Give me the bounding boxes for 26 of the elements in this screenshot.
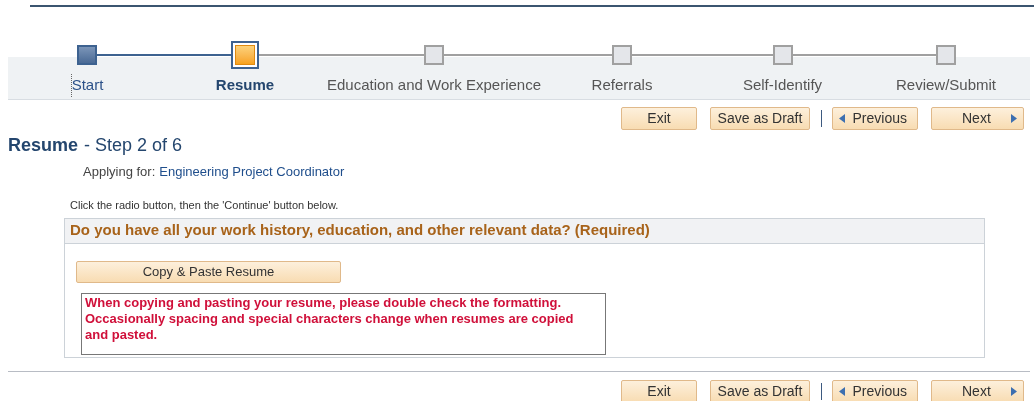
right-arrow-icon bbox=[1011, 113, 1017, 123]
next-button[interactable]: Next bbox=[931, 106, 1024, 130]
right-arrow-icon bbox=[1011, 386, 1017, 396]
exit-button[interactable]: Exit bbox=[621, 106, 697, 130]
step-count: - Step 2 of 6 bbox=[84, 133, 183, 157]
step-label[interactable]: Education and Work Experience bbox=[327, 74, 541, 97]
previous-button[interactable]: Previous bbox=[832, 379, 918, 401]
exit-button[interactable]: Exit bbox=[621, 379, 697, 401]
save-draft-button[interactable]: Save as Draft bbox=[710, 379, 810, 401]
warning-message: When copying and pasting your resume, please double check the formatting. Occasionally spacing and special characters change when resumes are copied and pasted. bbox=[81, 292, 606, 355]
question-header: Do you have all your work history, education, and other relevant data? (Required) bbox=[65, 218, 984, 244]
save-draft-button[interactable]: Save as Draft bbox=[710, 106, 810, 130]
left-arrow-icon bbox=[839, 386, 845, 396]
step-label[interactable]: Self-Identify bbox=[742, 74, 823, 97]
job-title: Engineering Project Coordinator bbox=[159, 162, 345, 181]
instruction-text: Click the radio button, then the 'Continue' button below. bbox=[70, 198, 340, 213]
page-title: Resume bbox=[8, 133, 79, 157]
left-arrow-icon bbox=[839, 113, 845, 123]
step-label[interactable]: Referrals bbox=[591, 74, 653, 97]
step-label[interactable]: Review/Submit bbox=[895, 74, 996, 97]
step-label[interactable]: Start bbox=[70, 74, 104, 97]
applying-label: Applying for: bbox=[83, 162, 156, 181]
step-label[interactable]: Resume bbox=[215, 74, 275, 97]
copy-paste-resume-button[interactable]: Copy & Paste Resume bbox=[76, 260, 341, 283]
previous-button[interactable]: Previous bbox=[832, 106, 918, 130]
next-button[interactable]: Next bbox=[931, 379, 1024, 401]
